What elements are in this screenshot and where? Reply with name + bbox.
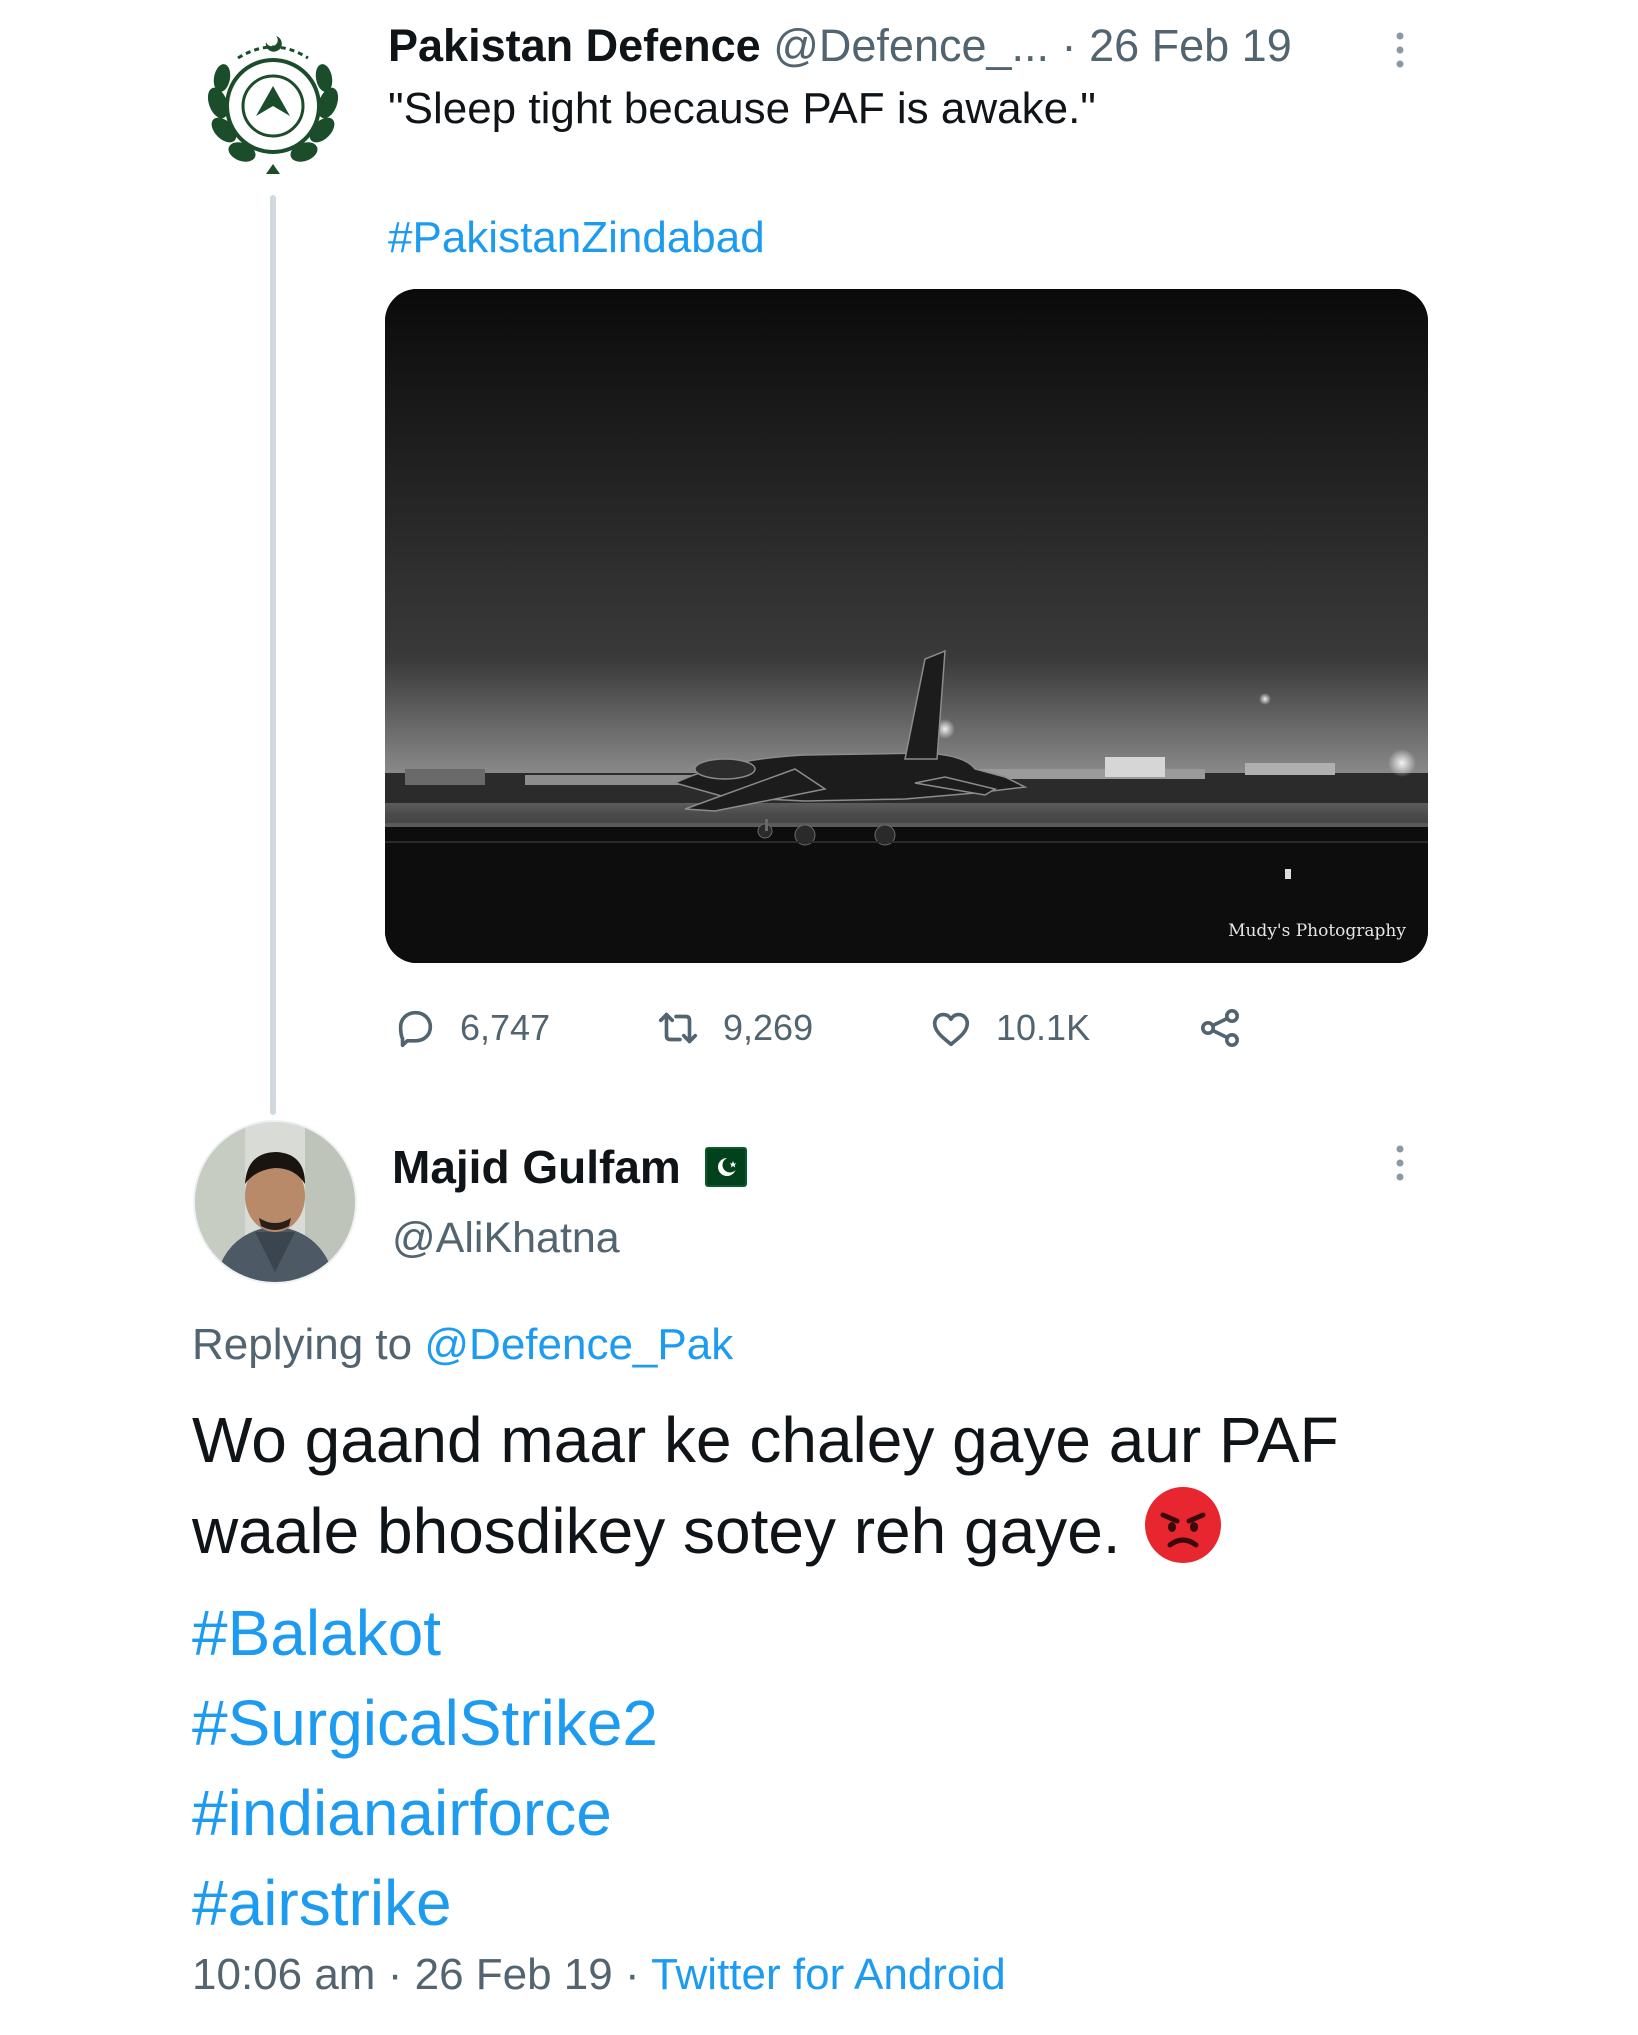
tweet-date[interactable]: 26 Feb 19 xyxy=(1089,20,1292,71)
reply-more-options-icon[interactable] xyxy=(1393,1143,1407,1183)
reply-source[interactable]: Twitter for Android xyxy=(651,1950,1006,1999)
hashtag-indianairforce[interactable]: #indianairforce xyxy=(192,1768,1492,1858)
like-count: 10.1K xyxy=(996,1007,1091,1048)
hashtag-airstrike[interactable]: #airstrike xyxy=(192,1858,1492,1948)
hashtag-link[interactable]: #PakistanZindabad xyxy=(388,213,765,263)
retweet-icon xyxy=(658,1012,698,1044)
meta-separator-2: · xyxy=(624,1950,640,1999)
reply-author-name[interactable]: Majid Gulfam xyxy=(392,1140,681,1194)
pakistan-flag-icon xyxy=(704,1147,747,1187)
reply-metadata: 10:06 am · 26 Feb 19 · Twitter for Andro… xyxy=(192,1950,1006,2000)
pakistan-defence-logo-avatar[interactable] xyxy=(198,28,348,178)
reply-button[interactable]: 6,747 xyxy=(392,1003,550,1053)
like-icon xyxy=(932,1012,970,1047)
fighter-jet-photo xyxy=(385,289,1428,963)
tweet-text: "Sleep tight because PAF is awake." xyxy=(388,84,1096,133)
pakistan-defence-emblem-icon xyxy=(207,36,339,174)
reply-count: 6,747 xyxy=(460,1007,551,1048)
angry-face-icon xyxy=(1143,1485,1223,1588)
reply-author-handle[interactable]: @AliKhatna xyxy=(392,1214,620,1263)
hashtag-surgicalstrike2[interactable]: #SurgicalStrike2 xyxy=(192,1678,1492,1768)
reply-author-row: Majid Gulfam xyxy=(392,1140,747,1194)
reply-text: Wo gaand maar ke chaley gaye aur PAF waa… xyxy=(192,1395,1492,1948)
share-button[interactable] xyxy=(1196,1003,1266,1053)
thread-connector-line xyxy=(270,195,276,1115)
reply-icon xyxy=(398,1010,433,1048)
like-button[interactable]: 10.1K xyxy=(928,1003,1090,1053)
author-handle[interactable]: @Defence_... xyxy=(773,20,1049,71)
photo-watermark: Mudy's Photography xyxy=(1228,921,1406,941)
reply-date[interactable]: 26 Feb 19 xyxy=(415,1950,613,1999)
replying-to-line: Replying to @Defence_Pak xyxy=(192,1320,733,1370)
header-separator: · xyxy=(1061,20,1077,71)
reply-text-line-2: waale bhosdikey sotey reh gaye. xyxy=(192,1495,1121,1567)
replying-to-handle[interactable]: @Defence_Pak xyxy=(424,1320,733,1369)
user-avatar[interactable] xyxy=(193,1120,357,1284)
share-icon xyxy=(1201,1009,1239,1047)
retweet-button[interactable]: 9,269 xyxy=(655,1003,813,1053)
reply-text-line-1: Wo gaand maar ke chaley gaye aur PAF xyxy=(192,1404,1339,1476)
replying-to-label: Replying to xyxy=(192,1320,413,1369)
tweet-media-photo[interactable]: Mudy's Photography xyxy=(385,289,1428,963)
more-options-icon[interactable] xyxy=(1393,30,1407,70)
tweet-header: Pakistan Defence @Defence_... · 26 Feb 1… xyxy=(388,20,1292,72)
hashtag-balakot[interactable]: #Balakot xyxy=(192,1588,1492,1678)
author-name[interactable]: Pakistan Defence xyxy=(388,20,761,71)
reply-time[interactable]: 10:06 am xyxy=(192,1950,375,1999)
reply-text-line-2-wrap: waale bhosdikey sotey reh gaye. xyxy=(192,1485,1492,1588)
meta-separator-1: · xyxy=(387,1950,403,1999)
retweet-count: 9,269 xyxy=(723,1007,814,1048)
profile-photo xyxy=(195,1122,355,1282)
